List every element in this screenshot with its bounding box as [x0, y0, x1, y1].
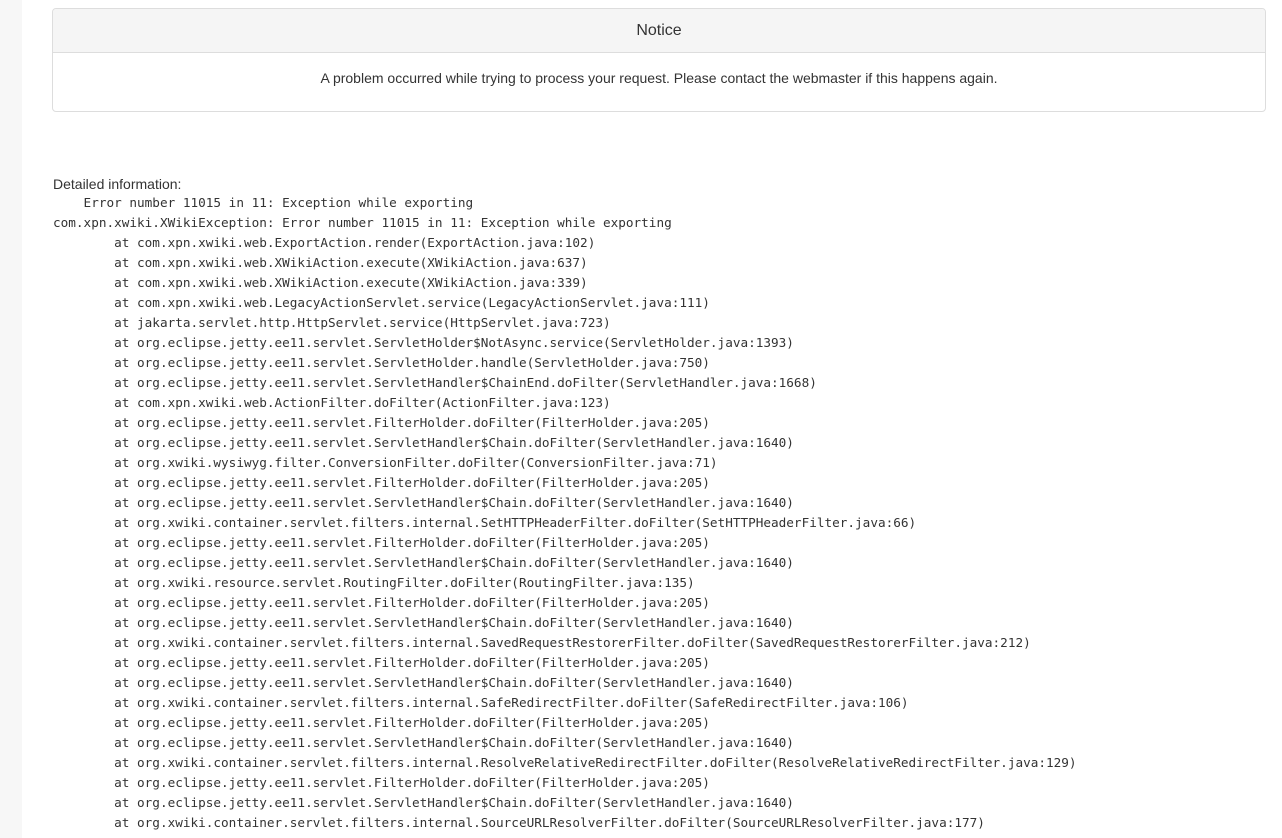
- detailed-information-label: Detailed information:: [53, 176, 182, 192]
- stack-frame-line: at jakarta.servlet.http.HttpServlet.serv…: [53, 315, 611, 330]
- notice-title: Notice: [53, 9, 1265, 53]
- left-margin-strip: [0, 0, 22, 838]
- exception-line: com.xpn.xwiki.XWikiException: Error numb…: [53, 215, 672, 230]
- stack-frame-line: at org.eclipse.jetty.ee11.servlet.Filter…: [53, 655, 710, 670]
- stack-frame-line: at org.eclipse.jetty.ee11.servlet.Filter…: [53, 475, 710, 490]
- notice-panel: Notice A problem occurred while trying t…: [52, 8, 1266, 112]
- stack-frame-line: at org.eclipse.jetty.ee11.servlet.Servle…: [53, 495, 794, 510]
- stack-trace: Error number 11015 in 11: Exception whil…: [53, 193, 1077, 833]
- stack-frame-line: at org.eclipse.jetty.ee11.servlet.Servle…: [53, 555, 794, 570]
- stack-frame-line: at org.xwiki.wysiwyg.filter.ConversionFi…: [53, 455, 718, 470]
- stack-frame-line: at org.eclipse.jetty.ee11.servlet.Servle…: [53, 355, 710, 370]
- stack-frame-line: at org.eclipse.jetty.ee11.servlet.Servle…: [53, 675, 794, 690]
- stack-frame-line: at org.eclipse.jetty.ee11.servlet.Filter…: [53, 595, 710, 610]
- stack-frame-line: at org.eclipse.jetty.ee11.servlet.Servle…: [53, 795, 794, 810]
- stack-frame-line: at org.eclipse.jetty.ee11.servlet.Servle…: [53, 335, 794, 350]
- stack-frame-line: at org.xwiki.container.servlet.filters.i…: [53, 695, 909, 710]
- stack-frame-line: at org.eclipse.jetty.ee11.servlet.Filter…: [53, 715, 710, 730]
- stack-frame-line: at org.eclipse.jetty.ee11.servlet.Servle…: [53, 435, 794, 450]
- stack-frame-line: at com.xpn.xwiki.web.LegacyActionServlet…: [53, 295, 710, 310]
- stack-frame-line: at org.xwiki.container.servlet.filters.i…: [53, 755, 1077, 770]
- stack-frame-line: at com.xpn.xwiki.web.ActionFilter.doFilt…: [53, 395, 611, 410]
- stack-frame-line: at org.xwiki.container.servlet.filters.i…: [53, 635, 1031, 650]
- stack-frame-line: at org.eclipse.jetty.ee11.servlet.Filter…: [53, 535, 710, 550]
- stack-frame-line: at org.xwiki.resource.servlet.RoutingFil…: [53, 575, 695, 590]
- error-summary-line: Error number 11015 in 11: Exception whil…: [53, 195, 474, 210]
- stack-frame-line: at com.xpn.xwiki.web.ExportAction.render…: [53, 235, 596, 250]
- notice-message: A problem occurred while trying to proce…: [320, 70, 998, 86]
- stack-frame-line: at org.xwiki.container.servlet.filters.i…: [53, 815, 985, 830]
- stack-frame-line: at org.xwiki.container.servlet.filters.i…: [53, 515, 917, 530]
- stack-frame-line: at com.xpn.xwiki.web.XWikiAction.execute…: [53, 275, 588, 290]
- stack-frame-line: at org.eclipse.jetty.ee11.servlet.Servle…: [53, 735, 794, 750]
- stack-frame-line: at com.xpn.xwiki.web.XWikiAction.execute…: [53, 255, 588, 270]
- stack-frame-line: at org.eclipse.jetty.ee11.servlet.Servle…: [53, 615, 794, 630]
- stack-frame-line: at org.eclipse.jetty.ee11.servlet.Filter…: [53, 415, 710, 430]
- stack-frame-line: at org.eclipse.jetty.ee11.servlet.Servle…: [53, 375, 817, 390]
- stack-frame-line: at org.eclipse.jetty.ee11.servlet.Filter…: [53, 775, 710, 790]
